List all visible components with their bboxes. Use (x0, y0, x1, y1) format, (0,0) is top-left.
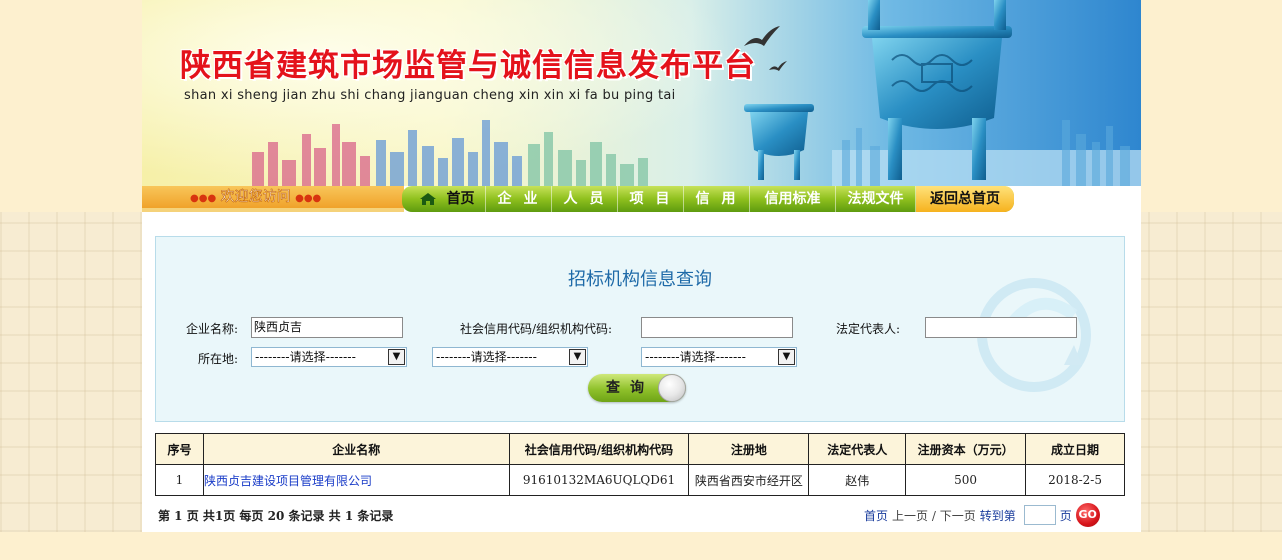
chevron-down-icon[interactable]: ▼ (388, 349, 405, 365)
legal-rep-input[interactable] (925, 317, 1077, 338)
cell-credit-code: 91610132MA6UQLQD61 (508, 464, 690, 496)
welcome-dots-left: ●●● (190, 193, 217, 204)
nav-home-label: 首页 (446, 191, 475, 207)
cell-registered-capital: 500 (905, 464, 1027, 496)
page-number-input[interactable] (1023, 505, 1056, 525)
header-established-date: 成立日期 (1025, 433, 1125, 465)
query-button[interactable]: 查询 (588, 374, 686, 402)
header-company-name: 企业名称 (202, 433, 510, 465)
header-banner: 陕西省建筑市场监管与诚信信息发布平台 shan xi sheng jian zh… (142, 0, 1141, 186)
query-title: 招标机构信息查询 (568, 269, 712, 290)
query-panel: 招标机构信息查询 企业名称: 陕西贞吉 社会信用代码/组织机构代码: 法定代表人… (155, 236, 1125, 422)
nav-back-main-home[interactable]: 返回总首页 (916, 186, 1014, 212)
city-select-value: --------请选择------- (436, 350, 537, 364)
cell-index: 1 (155, 464, 204, 496)
credit-code-label: 社会信用代码/组织机构代码: (460, 322, 613, 336)
province-select-value: --------请选择------- (255, 350, 356, 364)
nav-project[interactable]: 项目 (618, 186, 684, 212)
site-subtitle-pinyin: shan xi sheng jian zhu shi chang jiangua… (184, 88, 676, 103)
chevron-down-icon[interactable]: ▼ (778, 349, 795, 365)
main-nav: 首页 企业 人员 项目 信用 信用标准 法规文件 返回总首页 (402, 186, 1014, 212)
cell-legal-rep: 赵伟 (808, 464, 907, 496)
toggle-knob-icon (658, 374, 686, 402)
legal-rep-label: 法定代表人: (836, 322, 901, 336)
page-container: 陕西省建筑市场监管与诚信信息发布平台 shan xi sheng jian zh… (142, 0, 1141, 532)
city-skyline-graphic (252, 120, 648, 186)
location-label: 所在地: (198, 352, 239, 366)
site-title: 陕西省建筑市场监管与诚信信息发布平台 (180, 48, 756, 84)
header-legal-rep: 法定代表人 (808, 433, 907, 465)
prev-next-links[interactable]: 上一页 / 下一页 (892, 507, 976, 524)
nav-credit[interactable]: 信用 (684, 186, 750, 212)
header-index: 序号 (155, 433, 204, 465)
navigation-bar: ●●● 欢迎您访问 ●●● 首页 企业 人员 项目 信用 信用标准 法规文件 返… (142, 186, 1141, 212)
bronze-vessel-graphic (744, 0, 1141, 186)
nav-enterprise[interactable]: 企业 (486, 186, 552, 212)
go-button[interactable]: GO (1075, 503, 1100, 527)
company-name-link[interactable]: 陕西贞吉建设项目管理有限公司 (202, 464, 510, 496)
cell-registered-place: 陕西省西安市经开区 (688, 464, 810, 496)
table-row: 1 陕西贞吉建设项目管理有限公司 91610132MA6UQLQD61 陕西省西… (155, 464, 1125, 496)
pagination-controls: 首页 上一页 / 下一页 转到第 页 GO (864, 503, 1100, 527)
city-select[interactable]: --------请选择------- ▼ (432, 347, 588, 367)
results-table: 序号 企业名称 社会信用代码/组织机构代码 注册地 法定代表人 注册资本（万元）… (155, 433, 1125, 496)
cell-established-date: 2018-2-5 (1025, 464, 1125, 496)
header-credit-code: 社会信用代码/组织机构代码 (508, 433, 690, 465)
table-header-row: 序号 企业名称 社会信用代码/组织机构代码 注册地 法定代表人 注册资本（万元）… (155, 433, 1125, 465)
district-select-value: --------请选择------- (645, 350, 746, 364)
pagination-info: 第 1 页 共1页 每页 20 条记录 共 1 条记录 (158, 509, 394, 523)
nav-personnel[interactable]: 人员 (552, 186, 618, 212)
welcome-dots-right: ●●● (295, 193, 322, 204)
district-select[interactable]: --------请选择------- ▼ (641, 347, 797, 367)
query-button-label: 查询 (606, 380, 654, 396)
welcome-text: 欢迎您访问 (220, 189, 291, 206)
goto-page-label: 转到第 (979, 508, 1016, 523)
header-registered-capital: 注册资本（万元） (905, 433, 1027, 465)
welcome-banner: ●●● 欢迎您访问 ●●● (142, 186, 404, 212)
first-page-link[interactable]: 首页 (864, 507, 888, 524)
province-select[interactable]: --------请选择------- ▼ (251, 347, 407, 367)
home-icon (419, 193, 436, 205)
chevron-down-icon[interactable]: ▼ (569, 349, 586, 365)
bird-icon (769, 61, 787, 71)
credit-code-input[interactable] (641, 317, 793, 338)
nav-home[interactable]: 首页 (402, 186, 486, 212)
header-registered-place: 注册地 (688, 433, 810, 465)
nav-regulations[interactable]: 法规文件 (836, 186, 916, 212)
company-name-input[interactable]: 陕西贞吉 (251, 317, 403, 338)
page-unit-label: 页 (1059, 508, 1072, 523)
nav-credit-standard[interactable]: 信用标准 (750, 186, 836, 212)
company-name-label: 企业名称: (186, 322, 239, 336)
